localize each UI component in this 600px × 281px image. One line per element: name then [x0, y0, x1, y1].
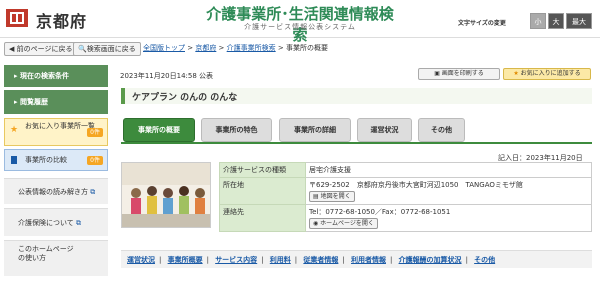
breadcrumb-kyoto[interactable]: 京都府 — [195, 44, 216, 52]
link-fees[interactable]: 利用料 — [270, 256, 291, 264]
table-row: 所在地 〒629-2502 京都府京丹後市大宮町河辺1050 TANGAOミモザ… — [219, 177, 592, 205]
sidebar-item-label: 閲覧履歴 — [19, 98, 48, 106]
link-staff[interactable]: 従業者情報 — [303, 256, 338, 264]
add-favorite-label: お気に入りに追加する — [520, 70, 581, 77]
separator: | — [159, 256, 162, 264]
address-value: 〒629-2502 京都府京丹後市大宮町河辺1050 TANGAOミモザ館 — [309, 181, 523, 189]
separator: | — [206, 256, 209, 264]
sidebar-item-insurance[interactable]: 介護保険について ⧉ — [4, 208, 108, 236]
tab-features[interactable]: 事業所の特色 — [201, 118, 272, 142]
sidebar-item-how-to-read[interactable]: 公表情報の読み解き方 ⧉ — [4, 178, 108, 204]
search-icon: 🔍 — [78, 45, 87, 53]
contact-label: 連絡先 — [219, 204, 306, 232]
arrow-left-icon: ◀ — [9, 45, 17, 53]
font-size-large-button[interactable]: 大 — [548, 13, 564, 29]
sidebar-item-label: このホームページの使い方 — [18, 245, 74, 262]
external-link-icon: ⧉ — [76, 219, 82, 227]
facility-info-table: 介護サービスの種類 居宅介護支援 所在地 〒629-2502 京都府京丹後市大宮… — [219, 162, 592, 232]
favorites-count-badge: 0件 — [87, 128, 103, 137]
font-size-max-button[interactable]: 最大 — [566, 13, 592, 29]
publish-date: 2023年11月20日14:58 公表 — [120, 72, 214, 80]
table-row: 連絡先 Tel：0772-68-1050／Fax：0772-68-1051 ◉ … — [219, 204, 592, 232]
separator: | — [389, 256, 393, 264]
prefecture-name[interactable]: 京都府 — [36, 8, 87, 32]
back-button-label: 前のページに戻る — [16, 45, 73, 53]
site-subtitle: 介護サービス情報公表システム — [244, 23, 356, 31]
service-type-value: 居宅介護支援 — [305, 162, 592, 178]
breadcrumb-current: 事業所の概要 — [285, 44, 328, 52]
search-back-label: 検索画面に戻る — [86, 45, 136, 53]
print-button-label: 画面を印刷する — [441, 70, 484, 77]
tab-operations[interactable]: 運営状況 — [357, 118, 412, 142]
back-button[interactable]: ◀ 前のページに戻る — [4, 42, 78, 56]
font-size-label: 文字サイズの変更 — [458, 20, 506, 27]
address-cell: 〒629-2502 京都府京丹後市大宮町河辺1050 TANGAOミモザ館 ▤ … — [305, 177, 592, 205]
site-header: 京都府 介護事業所･生活関連情報検索 介護サービス情報公表システム 文字サイズの… — [0, 0, 600, 44]
table-row: 介護サービスの種類 居宅介護支援 — [219, 162, 592, 178]
separator: | — [342, 256, 345, 264]
external-link-icon: ⧉ — [90, 188, 96, 196]
map-icon: ▤ — [313, 193, 321, 200]
sidebar-item-label: 現在の検索条件 — [19, 72, 69, 80]
sidebar-item-usage[interactable]: このホームページの使い方 — [4, 240, 108, 276]
tab-other[interactable]: その他 — [418, 118, 465, 142]
kyoto-prefecture-emblem-icon — [6, 9, 28, 27]
printer-icon: ▣ — [434, 70, 442, 77]
link-overview[interactable]: 事業所概要 — [168, 256, 203, 264]
service-type-label: 介護サービスの種類 — [219, 162, 306, 178]
sidebar-item-label: 事業所の比較 — [25, 156, 67, 164]
sidebar-item-compare[interactable]: 事業所の比較 0件 — [4, 149, 108, 171]
tab-details[interactable]: 事業所の詳細 — [279, 118, 351, 142]
font-size-small-button[interactable]: 小 — [530, 13, 546, 29]
section-links-bar: 運営状況 | 事業所概要 | サービス内容 | 利用料 | 従業者情報 | 利用者情報 | … — [121, 250, 592, 268]
tab-overview[interactable]: 事業所の概要 — [123, 118, 195, 142]
separator: | — [465, 256, 468, 264]
link-services[interactable]: サービス内容 — [215, 256, 257, 264]
sidebar-item-label: お気に入り事業所一覧 — [25, 122, 95, 130]
tab-underline — [121, 142, 592, 144]
contact-cell: Tel：0772-68-1050／Fax：0772-68-1051 ◉ ホームペ… — [305, 204, 592, 232]
compare-icon — [11, 156, 17, 164]
star-icon: ★ — [10, 125, 19, 135]
sidebar: ▸ 現在の検索条件 ▸ 閲覧履歴 ★ お気に入り事業所一覧 0件 事業所の比較 … — [0, 60, 110, 281]
sidebar-item-current-conditions[interactable]: ▸ 現在の検索条件 — [4, 65, 108, 87]
compare-count-badge: 0件 — [87, 156, 103, 165]
contact-value: Tel：0772-68-1050／Fax：0772-68-1051 — [309, 208, 451, 216]
sidebar-item-history[interactable]: ▸ 閲覧履歴 — [4, 90, 108, 114]
link-other[interactable]: その他 — [474, 256, 495, 264]
star-icon: ★ — [513, 70, 521, 77]
breadcrumb-national-top[interactable]: 全国版トップ — [143, 44, 185, 52]
link-fee-additions[interactable]: 介護報酬の加算状況 — [399, 256, 462, 264]
separator: | — [261, 256, 264, 264]
page-title: ケアプラン のんの のんな — [132, 93, 238, 103]
address-label: 所在地 — [219, 177, 306, 205]
sidebar-item-favorites[interactable]: ★ お気に入り事業所一覧 0件 — [4, 118, 108, 146]
open-homepage-label: ホームページを開く — [320, 220, 374, 227]
open-map-button[interactable]: ▤ 地図を開く — [309, 191, 355, 202]
open-map-label: 地図を開く — [320, 193, 351, 200]
sidebar-item-label: 介護保険について — [18, 219, 74, 227]
breadcrumb-search[interactable]: 介護事業所検索 — [227, 44, 276, 52]
link-users[interactable]: 利用者情報 — [351, 256, 386, 264]
sidebar-item-label: 公表情報の読み解き方 — [18, 188, 88, 196]
link-operations[interactable]: 運営状況 — [127, 256, 155, 264]
facility-photo — [121, 162, 211, 228]
add-favorite-button[interactable]: ★ お気に入りに追加する — [503, 68, 591, 80]
breadcrumb: 全国版トップ > 京都府 > 介護事業所検索 > 事業所の概要 — [143, 44, 328, 52]
separator: | — [294, 256, 298, 264]
staff-photo-image — [122, 163, 210, 227]
open-homepage-button[interactable]: ◉ ホームページを開く — [309, 218, 378, 229]
print-button[interactable]: ▣ 画面を印刷する — [418, 68, 500, 80]
search-back-button[interactable]: 🔍検索画面に戻る — [73, 42, 141, 56]
